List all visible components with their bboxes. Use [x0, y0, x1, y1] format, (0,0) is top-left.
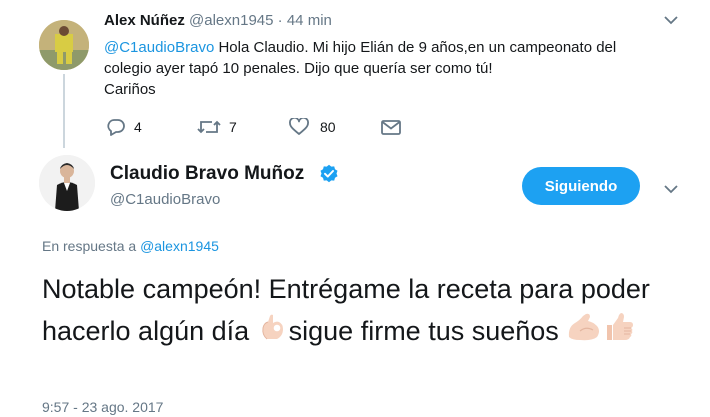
following-button[interactable]: Siguiendo: [522, 167, 640, 205]
retweet-count: 7: [229, 119, 237, 135]
reply-tweet-text: @C1audioBravo Hola Claudio. Mi hijo Eliá…: [104, 37, 664, 100]
like-action[interactable]: 80: [289, 118, 336, 136]
reply-to-prefix: En respuesta a: [42, 238, 137, 254]
reply-time-separator: ·: [277, 12, 283, 29]
chevron-down-icon[interactable]: [664, 181, 678, 197]
thread-connector-line: [63, 74, 65, 148]
flexed-biceps-emoji: [566, 311, 602, 355]
ok-hand-emoji: [257, 311, 289, 355]
reply-to-handle-link[interactable]: @alexn1945: [140, 238, 219, 254]
reply-author-name[interactable]: Alex Núñez: [104, 12, 185, 29]
reply-count: 4: [134, 119, 142, 135]
retweet-action[interactable]: 7: [197, 118, 237, 136]
dm-action[interactable]: [381, 120, 401, 135]
main-tweet-text: Notable campeón! Entrégame la receta par…: [42, 268, 682, 355]
reply-action[interactable]: 4: [106, 118, 142, 136]
main-author-handle[interactable]: @C1audioBravo: [110, 191, 220, 208]
main-author-avatar[interactable]: [39, 155, 95, 211]
envelope-icon: [381, 120, 401, 135]
reply-mention-link[interactable]: @C1audioBravo: [104, 39, 214, 56]
reply-icon: [106, 118, 126, 136]
reply-author-handle[interactable]: @alexn1945: [189, 12, 273, 29]
like-count: 80: [320, 119, 336, 135]
retweet-icon: [197, 118, 221, 136]
reply-tweet-closing: Cariños: [104, 81, 156, 98]
reply-tweet-header: Alex Núñez @alexn1945 · 44 min: [104, 12, 332, 29]
heart-icon: [289, 118, 309, 136]
main-tweet-timestamp[interactable]: 9:57 - 23 ago. 2017: [42, 399, 163, 415]
main-tweet-text-part2: sigue firme tus sueños: [288, 316, 567, 346]
verified-badge-icon: [319, 164, 339, 184]
chevron-down-icon[interactable]: [664, 12, 678, 28]
reply-author-avatar[interactable]: [39, 20, 89, 70]
main-author-name[interactable]: Claudio Bravo Muñoz: [110, 163, 304, 185]
thumbs-up-emoji: [602, 311, 636, 355]
in-reply-to-line: En respuesta a @alexn1945: [42, 238, 219, 254]
reply-tweet-time[interactable]: 44 min: [287, 12, 332, 29]
